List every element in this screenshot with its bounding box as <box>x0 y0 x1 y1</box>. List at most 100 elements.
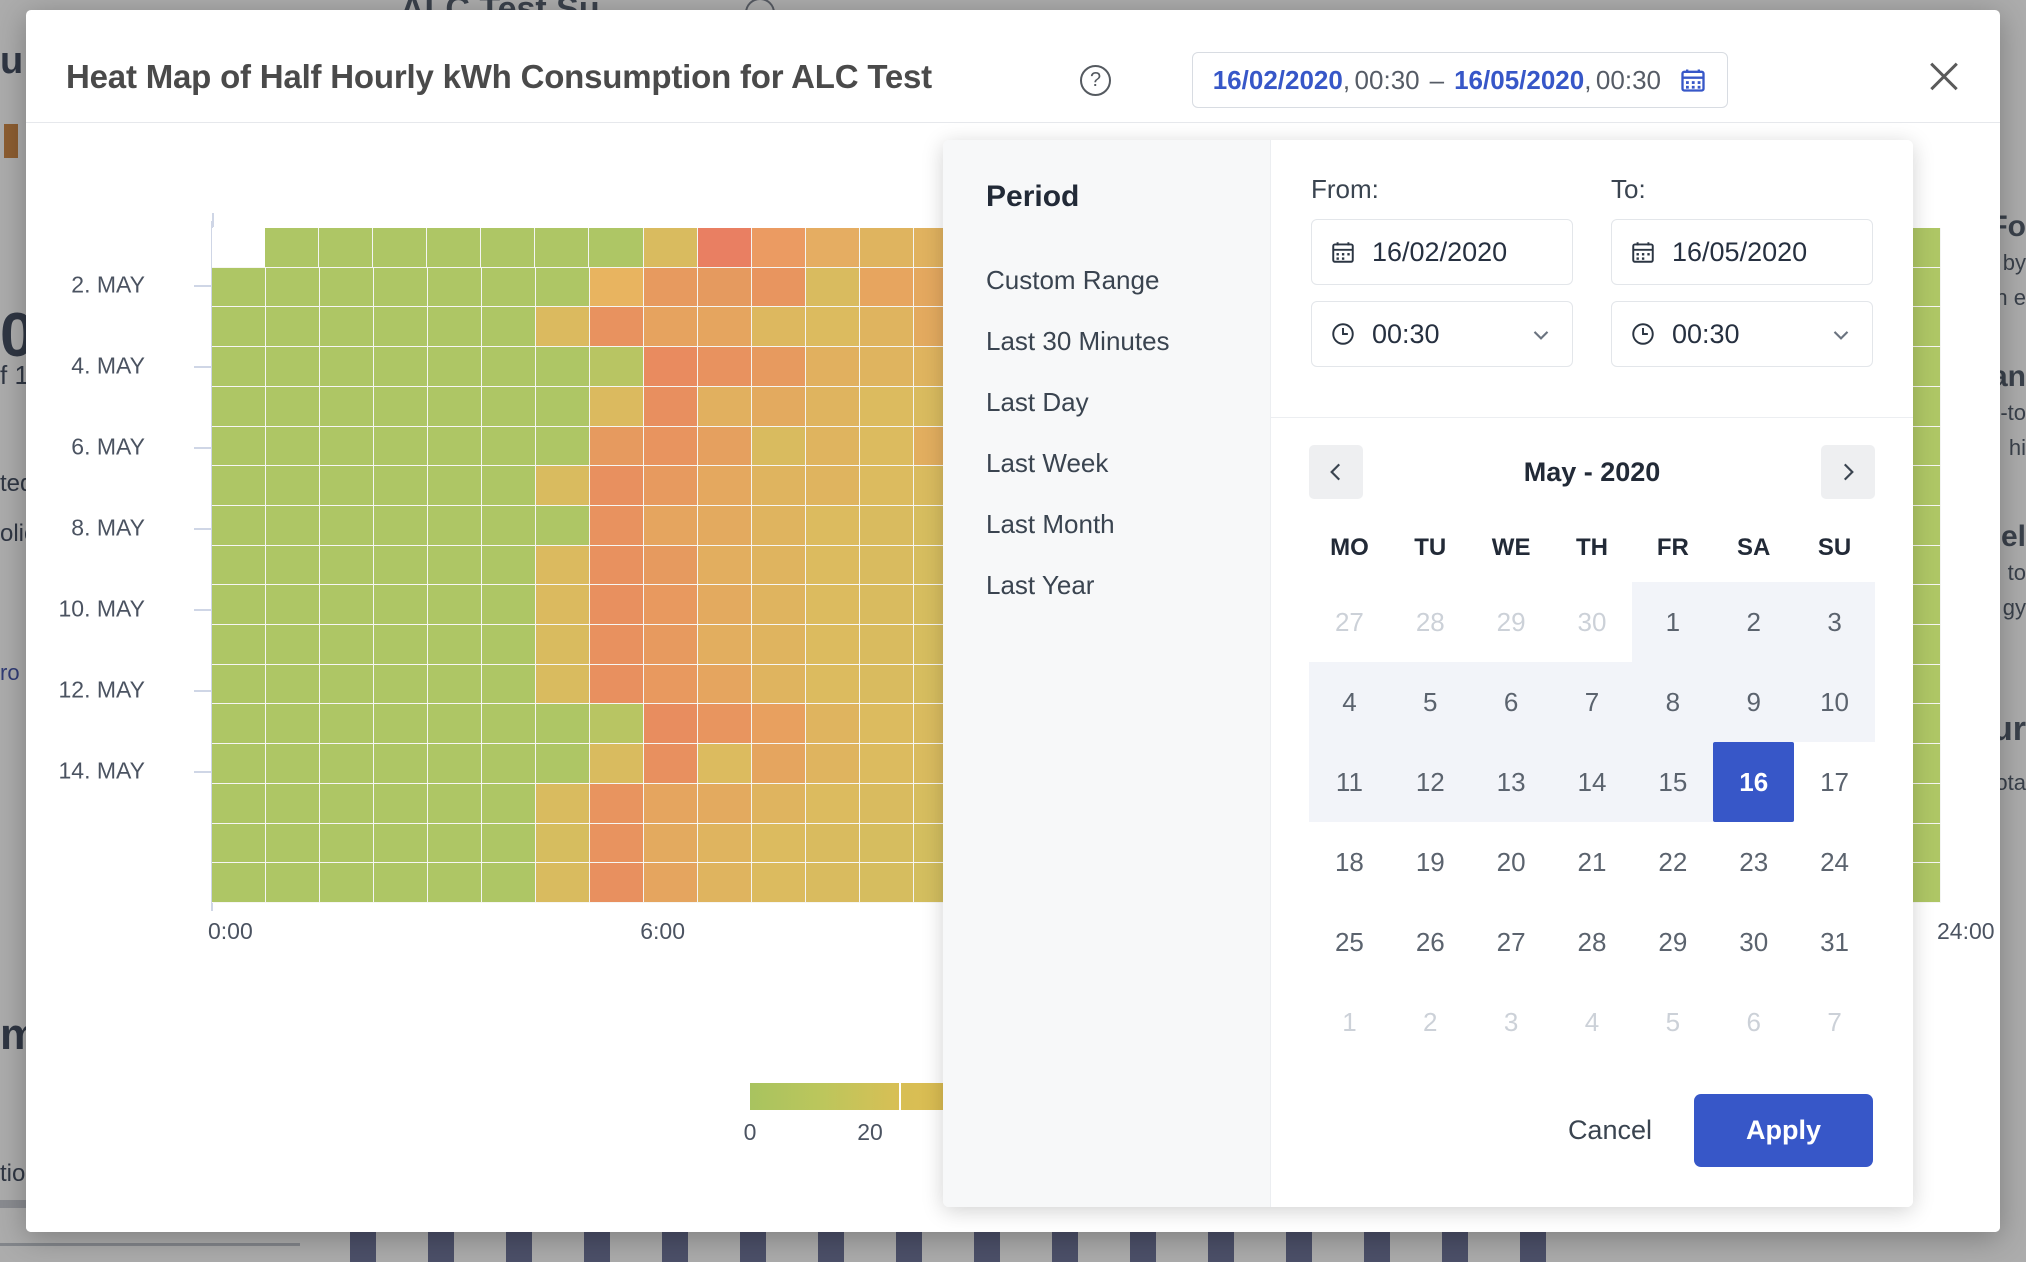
heatmap-cell[interactable] <box>698 585 753 625</box>
heatmap-cell[interactable] <box>536 823 591 863</box>
heatmap-cell[interactable] <box>860 347 915 386</box>
heatmap-cell[interactable] <box>590 625 645 664</box>
heatmap-cell[interactable] <box>212 664 267 704</box>
heatmap-cell[interactable] <box>644 545 699 585</box>
heatmap-cell[interactable] <box>536 704 591 744</box>
heatmap-cell[interactable] <box>698 744 753 783</box>
heatmap-cell[interactable] <box>860 585 915 625</box>
heatmap-cell[interactable] <box>698 307 753 347</box>
heatmap-cell[interactable] <box>590 823 645 863</box>
heatmap-cell[interactable] <box>428 307 483 347</box>
calendar-day[interactable]: 9 <box>1713 662 1795 742</box>
heatmap-cell[interactable] <box>428 744 483 783</box>
heatmap-cell[interactable] <box>212 783 267 823</box>
calendar-day[interactable]: 13 <box>1470 742 1552 822</box>
heatmap-cell[interactable] <box>266 704 321 744</box>
heatmap-cell[interactable] <box>535 228 590 267</box>
calendar-day[interactable]: 3 <box>1471 982 1552 1062</box>
calendar-day[interactable]: 27 <box>1309 582 1390 662</box>
heatmap-cell[interactable] <box>212 585 267 625</box>
heatmap-cell[interactable] <box>860 426 915 466</box>
heatmap-cell[interactable] <box>644 466 699 505</box>
heatmap-cell[interactable] <box>212 347 267 386</box>
heatmap-cell[interactable] <box>374 625 429 664</box>
heatmap-cell[interactable] <box>428 347 483 386</box>
heatmap-cell[interactable] <box>806 664 861 704</box>
heatmap-cell[interactable] <box>374 783 429 823</box>
heatmap-cell[interactable] <box>428 505 483 545</box>
heatmap-cell[interactable] <box>590 744 645 783</box>
heatmap-cell[interactable] <box>806 426 861 466</box>
heatmap-cell[interactable] <box>266 545 321 585</box>
heatmap-cell[interactable] <box>536 744 591 783</box>
heatmap-cell[interactable] <box>806 347 861 386</box>
heatmap-cell[interactable] <box>265 228 320 267</box>
heatmap-cell[interactable] <box>266 505 321 545</box>
heatmap-cell[interactable] <box>212 267 267 307</box>
heatmap-cell[interactable] <box>860 625 915 664</box>
heatmap-cell[interactable] <box>482 823 537 863</box>
heatmap-cell[interactable] <box>806 823 861 863</box>
heatmap-cell[interactable] <box>536 664 591 704</box>
heatmap-cell[interactable] <box>805 228 860 267</box>
calendar-day[interactable]: 26 <box>1390 902 1471 982</box>
calendar-day[interactable]: 4 <box>1309 662 1390 742</box>
heatmap-cell[interactable] <box>698 823 753 863</box>
heatmap-cell[interactable] <box>266 823 321 863</box>
heatmap-cell[interactable] <box>266 267 321 307</box>
calendar-day[interactable]: 6 <box>1470 662 1552 742</box>
heatmap-cell[interactable] <box>266 466 321 505</box>
heatmap-cell[interactable] <box>320 545 375 585</box>
heatmap-cell[interactable] <box>481 228 536 267</box>
heatmap-cell[interactable] <box>644 267 699 307</box>
heatmap-cell[interactable] <box>590 386 645 426</box>
calendar-day[interactable]: 25 <box>1309 902 1390 982</box>
heatmap-cell[interactable] <box>320 863 375 902</box>
heatmap-cell[interactable] <box>320 744 375 783</box>
heatmap-cell[interactable] <box>428 386 483 426</box>
heatmap-cell[interactable] <box>482 505 537 545</box>
heatmap-cell[interactable] <box>644 505 699 545</box>
heatmap-cell[interactable] <box>536 307 591 347</box>
heatmap-cell[interactable] <box>643 228 698 267</box>
calendar-day[interactable]: 31 <box>1794 902 1875 982</box>
heatmap-cell[interactable] <box>590 466 645 505</box>
calendar-day[interactable]: 8 <box>1632 662 1714 742</box>
heatmap-cell[interactable] <box>374 664 429 704</box>
heatmap-cell[interactable] <box>374 704 429 744</box>
heatmap-cell[interactable] <box>860 307 915 347</box>
heatmap-cell[interactable] <box>482 386 537 426</box>
heatmap-cell[interactable] <box>752 466 807 505</box>
heatmap-cell[interactable] <box>806 545 861 585</box>
heatmap-cell[interactable] <box>536 466 591 505</box>
heatmap-cell[interactable] <box>860 267 915 307</box>
heatmap-cell[interactable] <box>374 386 429 426</box>
heatmap-cell[interactable] <box>374 585 429 625</box>
heatmap-cell[interactable] <box>752 823 807 863</box>
heatmap-cell[interactable] <box>320 505 375 545</box>
heatmap-cell[interactable] <box>590 783 645 823</box>
period-item-last-month[interactable]: Last Month <box>986 494 1270 555</box>
heatmap-cell[interactable] <box>482 307 537 347</box>
calendar-day[interactable]: 20 <box>1471 822 1552 902</box>
heatmap-cell[interactable] <box>428 625 483 664</box>
heatmap-cell[interactable] <box>212 704 267 744</box>
heatmap-cell[interactable] <box>482 466 537 505</box>
calendar-day[interactable]: 10 <box>1794 662 1875 742</box>
heatmap-cell[interactable] <box>427 228 482 267</box>
period-item-last-year[interactable]: Last Year <box>986 555 1270 616</box>
heatmap-cell[interactable] <box>860 744 915 783</box>
heatmap-cell[interactable] <box>428 783 483 823</box>
calendar-day[interactable]: 6 <box>1713 982 1794 1062</box>
heatmap-cell[interactable] <box>266 426 321 466</box>
heatmap-cell[interactable] <box>482 267 537 307</box>
heatmap-cell[interactable] <box>860 386 915 426</box>
chevron-right-icon[interactable] <box>1821 445 1875 499</box>
heatmap-cell[interactable] <box>536 585 591 625</box>
heatmap-cell[interactable] <box>536 545 591 585</box>
heatmap-cell[interactable] <box>697 228 752 267</box>
heatmap-cell[interactable] <box>644 783 699 823</box>
calendar-day[interactable]: 5 <box>1632 982 1713 1062</box>
heatmap-cell[interactable] <box>428 466 483 505</box>
heatmap-cell[interactable] <box>320 783 375 823</box>
